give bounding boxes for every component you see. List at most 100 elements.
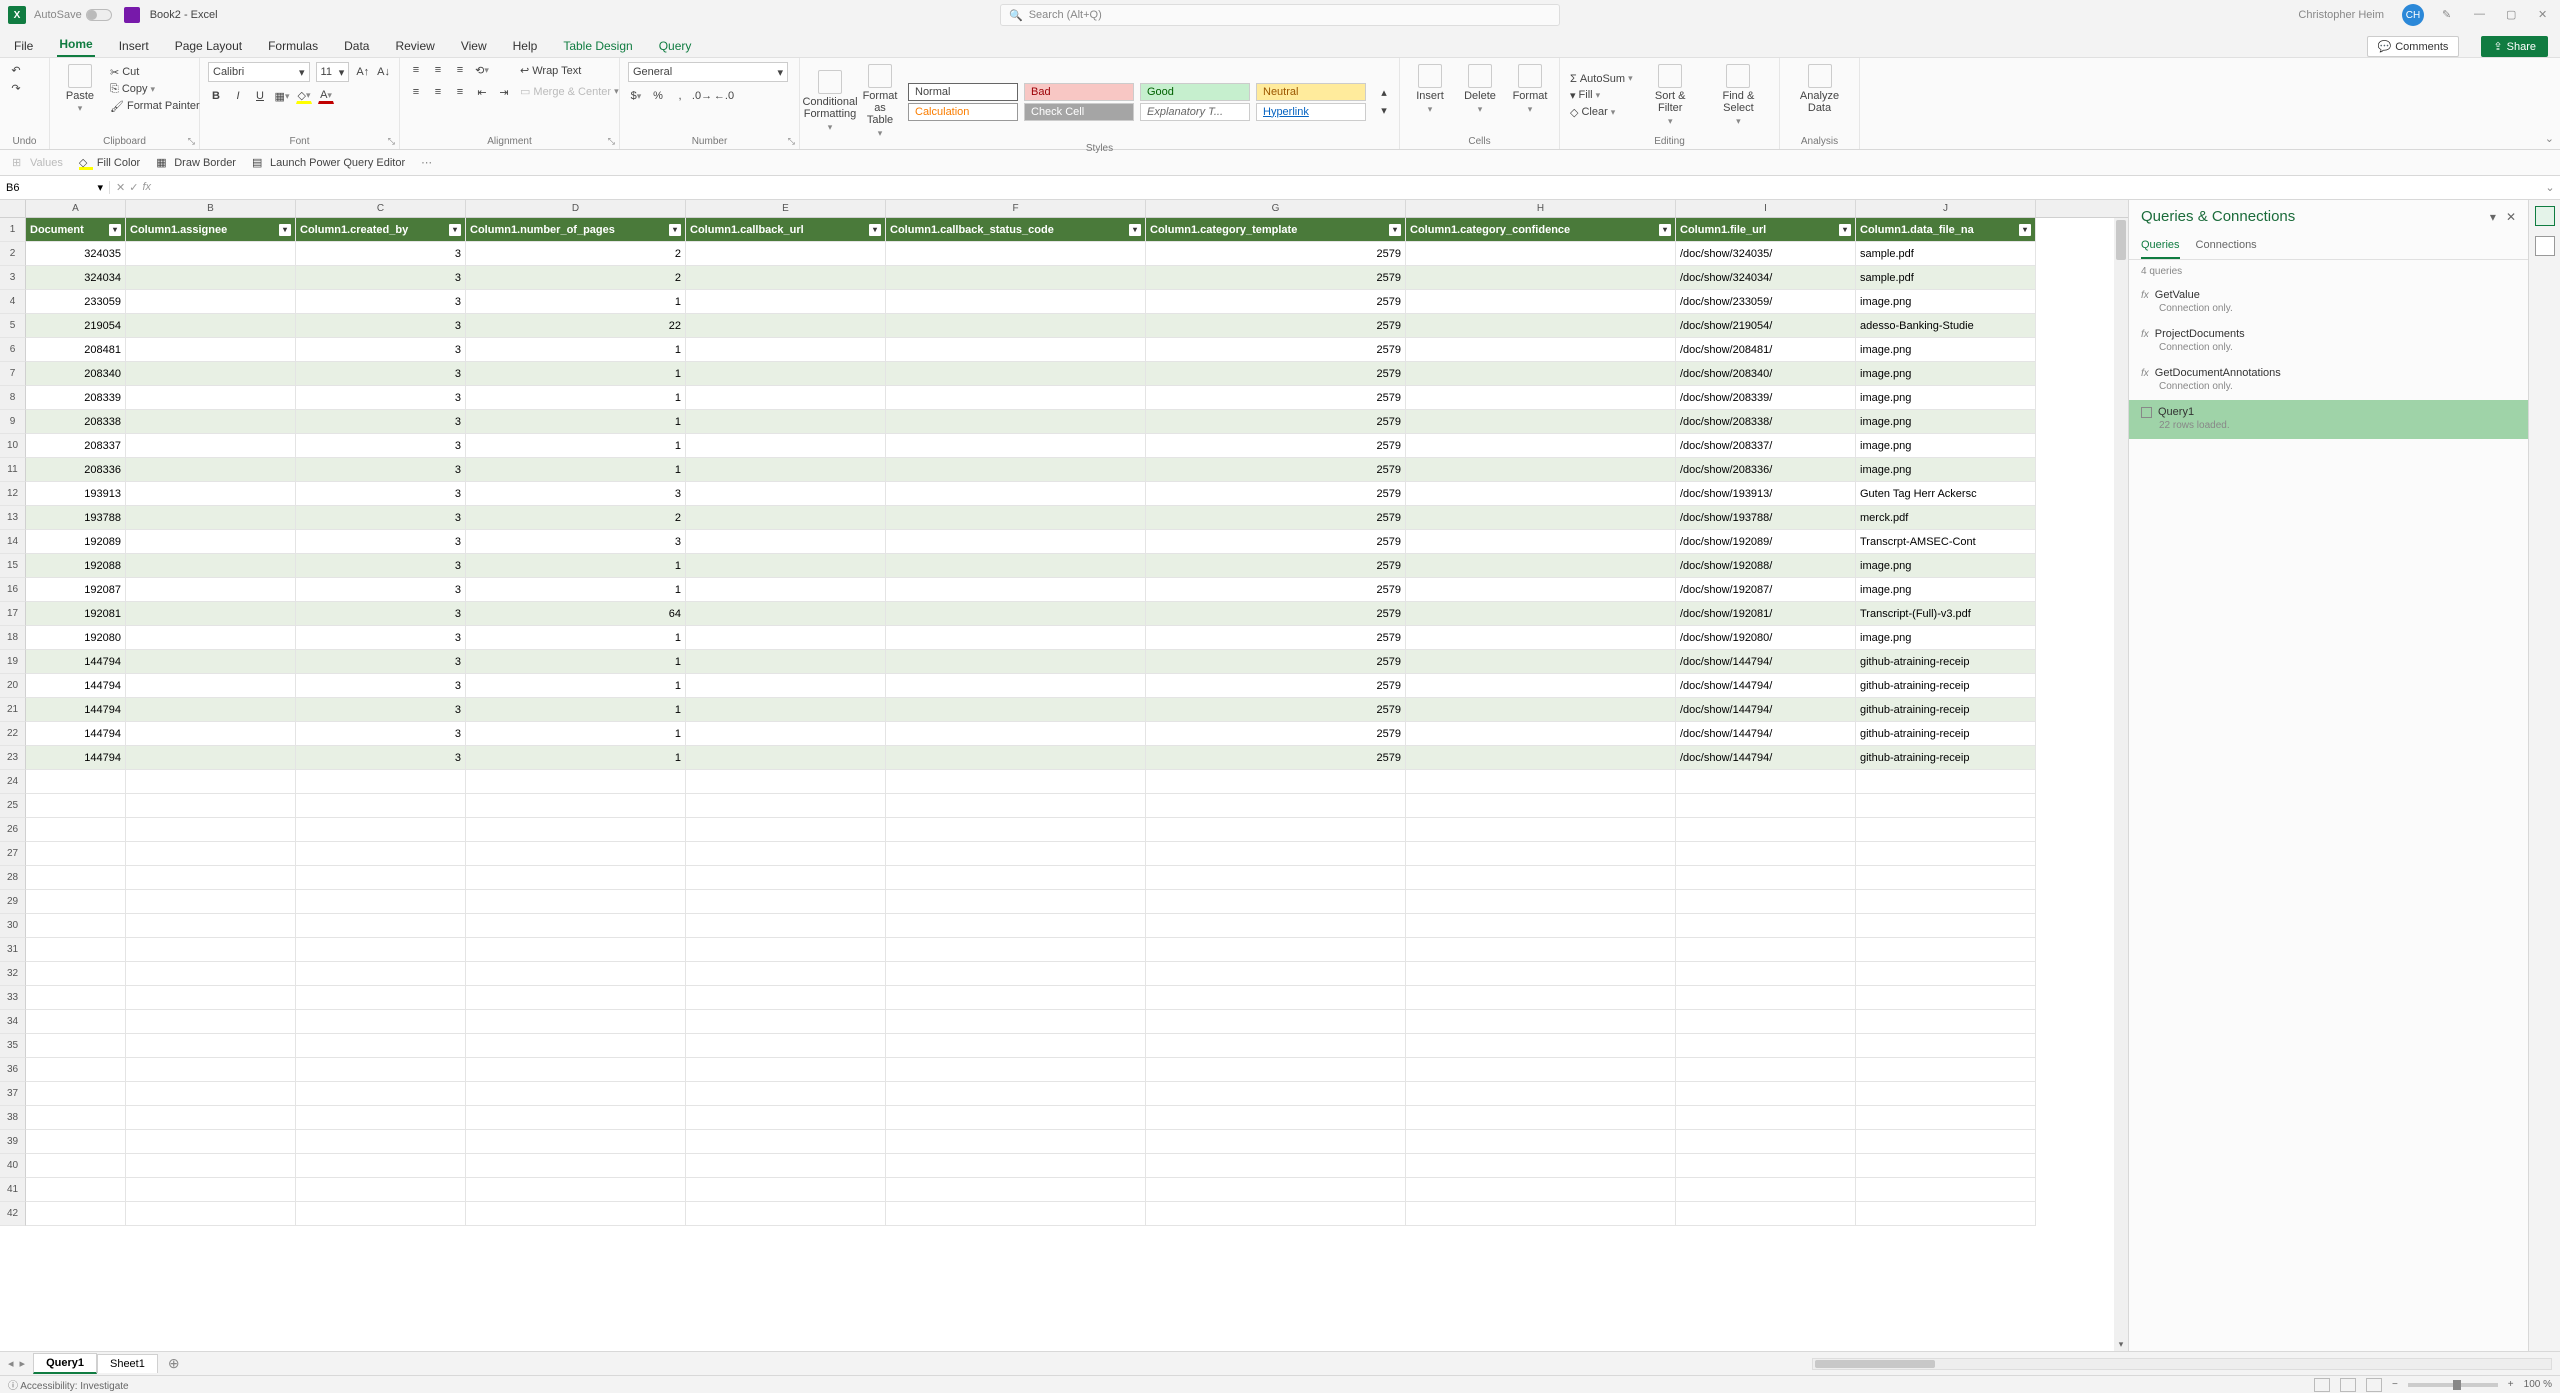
cell[interactable]: sample.pdf [1856, 242, 2036, 266]
cell[interactable] [126, 1010, 296, 1034]
cell[interactable]: 3 [466, 530, 686, 554]
cell[interactable] [296, 1130, 466, 1154]
cell[interactable] [1406, 770, 1676, 794]
row-header[interactable]: 28 [0, 866, 26, 890]
cell[interactable]: 3 [296, 482, 466, 506]
cell[interactable]: 2579 [1146, 458, 1406, 482]
cell[interactable] [296, 962, 466, 986]
cell[interactable] [886, 1034, 1146, 1058]
filter-dropdown-icon[interactable]: ▾ [2019, 224, 2031, 236]
cell[interactable] [886, 530, 1146, 554]
cell[interactable]: /doc/show/144794/ [1676, 674, 1856, 698]
cell[interactable] [886, 242, 1146, 266]
row-header[interactable]: 26 [0, 818, 26, 842]
cell[interactable] [686, 554, 886, 578]
cell[interactable] [686, 818, 886, 842]
cell[interactable] [686, 1034, 886, 1058]
cell[interactable]: Guten Tag Herr Ackersc [1856, 482, 2036, 506]
cell[interactable] [686, 602, 886, 626]
cell[interactable] [886, 602, 1146, 626]
align-right-icon[interactable]: ≡ [452, 84, 468, 100]
row-header[interactable]: 42 [0, 1202, 26, 1226]
cell[interactable]: 2579 [1146, 290, 1406, 314]
cell[interactable] [126, 434, 296, 458]
column-header-D[interactable]: D [466, 200, 686, 217]
cell[interactable] [886, 434, 1146, 458]
cell[interactable] [1406, 1178, 1676, 1202]
cell[interactable] [1676, 890, 1856, 914]
cell[interactable]: 144794 [26, 698, 126, 722]
cell[interactable] [686, 914, 886, 938]
cell[interactable] [126, 362, 296, 386]
cell[interactable]: github-atraining-receip [1856, 650, 2036, 674]
cell[interactable] [1676, 914, 1856, 938]
cell[interactable] [686, 530, 886, 554]
orientation-icon[interactable]: ⟲ [474, 62, 490, 78]
undo-icon[interactable]: ↶ [8, 62, 24, 78]
cell[interactable] [886, 290, 1146, 314]
row-header[interactable]: 30 [0, 914, 26, 938]
bold-icon[interactable]: B [208, 88, 224, 104]
cell[interactable] [1406, 458, 1676, 482]
cell[interactable] [1676, 1130, 1856, 1154]
cell[interactable] [886, 770, 1146, 794]
cell[interactable] [126, 938, 296, 962]
draw-border-qat[interactable]: ▦Draw Border [156, 156, 236, 170]
cell[interactable]: 192087 [26, 578, 126, 602]
minimize-icon[interactable]: — [2474, 8, 2488, 22]
cell[interactable] [126, 818, 296, 842]
row-header[interactable]: 33 [0, 986, 26, 1010]
cell[interactable] [886, 314, 1146, 338]
cell[interactable]: 2579 [1146, 602, 1406, 626]
row-header[interactable]: 18 [0, 626, 26, 650]
cell[interactable] [466, 842, 686, 866]
cell[interactable] [296, 1082, 466, 1106]
cell[interactable] [296, 1202, 466, 1226]
cell[interactable]: 1 [466, 746, 686, 770]
cell[interactable] [26, 986, 126, 1010]
horizontal-scrollbar[interactable] [1812, 1358, 2552, 1370]
query-item[interactable]: fxGetValueConnection only. [2129, 283, 2528, 322]
cell[interactable] [886, 650, 1146, 674]
cell[interactable] [1406, 1202, 1676, 1226]
row-header[interactable]: 29 [0, 890, 26, 914]
align-bottom-icon[interactable]: ≡ [452, 62, 468, 78]
cell[interactable] [686, 410, 886, 434]
row-header[interactable]: 27 [0, 842, 26, 866]
cell[interactable]: /doc/show/208336/ [1676, 458, 1856, 482]
cell[interactable]: Transcrpt-AMSEC-Cont [1856, 530, 2036, 554]
cell[interactable]: 2579 [1146, 626, 1406, 650]
redo-icon[interactable]: ↷ [8, 80, 24, 96]
cell[interactable] [126, 242, 296, 266]
cell[interactable] [886, 722, 1146, 746]
tab-page-layout[interactable]: Page Layout [173, 35, 244, 57]
cell[interactable] [1676, 986, 1856, 1010]
cell[interactable] [126, 1082, 296, 1106]
cell[interactable] [686, 578, 886, 602]
tab-home[interactable]: Home [57, 33, 94, 57]
cell[interactable]: 144794 [26, 722, 126, 746]
cell[interactable] [1406, 842, 1676, 866]
cell[interactable] [886, 674, 1146, 698]
cancel-formula-icon[interactable]: ✕ [116, 181, 125, 194]
sheet-nav-first-icon[interactable]: ◂ [8, 1357, 14, 1370]
cell[interactable]: /doc/show/233059/ [1676, 290, 1856, 314]
cell[interactable] [126, 986, 296, 1010]
row-header[interactable]: 23 [0, 746, 26, 770]
cell[interactable] [26, 938, 126, 962]
cell[interactable] [1676, 1154, 1856, 1178]
cell[interactable] [126, 890, 296, 914]
tab-view[interactable]: View [459, 35, 489, 57]
cell[interactable]: 1 [466, 386, 686, 410]
cell[interactable] [466, 1106, 686, 1130]
cell[interactable] [886, 1010, 1146, 1034]
cell[interactable]: 233059 [26, 290, 126, 314]
row-header[interactable]: 3 [0, 266, 26, 290]
scrollbar-thumb[interactable] [2116, 220, 2126, 260]
query-item[interactable]: fxProjectDocumentsConnection only. [2129, 322, 2528, 361]
cell[interactable] [126, 1154, 296, 1178]
cell[interactable] [886, 554, 1146, 578]
cell[interactable] [1856, 1178, 2036, 1202]
cell[interactable] [1406, 1082, 1676, 1106]
accessibility-status[interactable]: ⓘ Accessibility: Investigate [8, 1377, 129, 1392]
